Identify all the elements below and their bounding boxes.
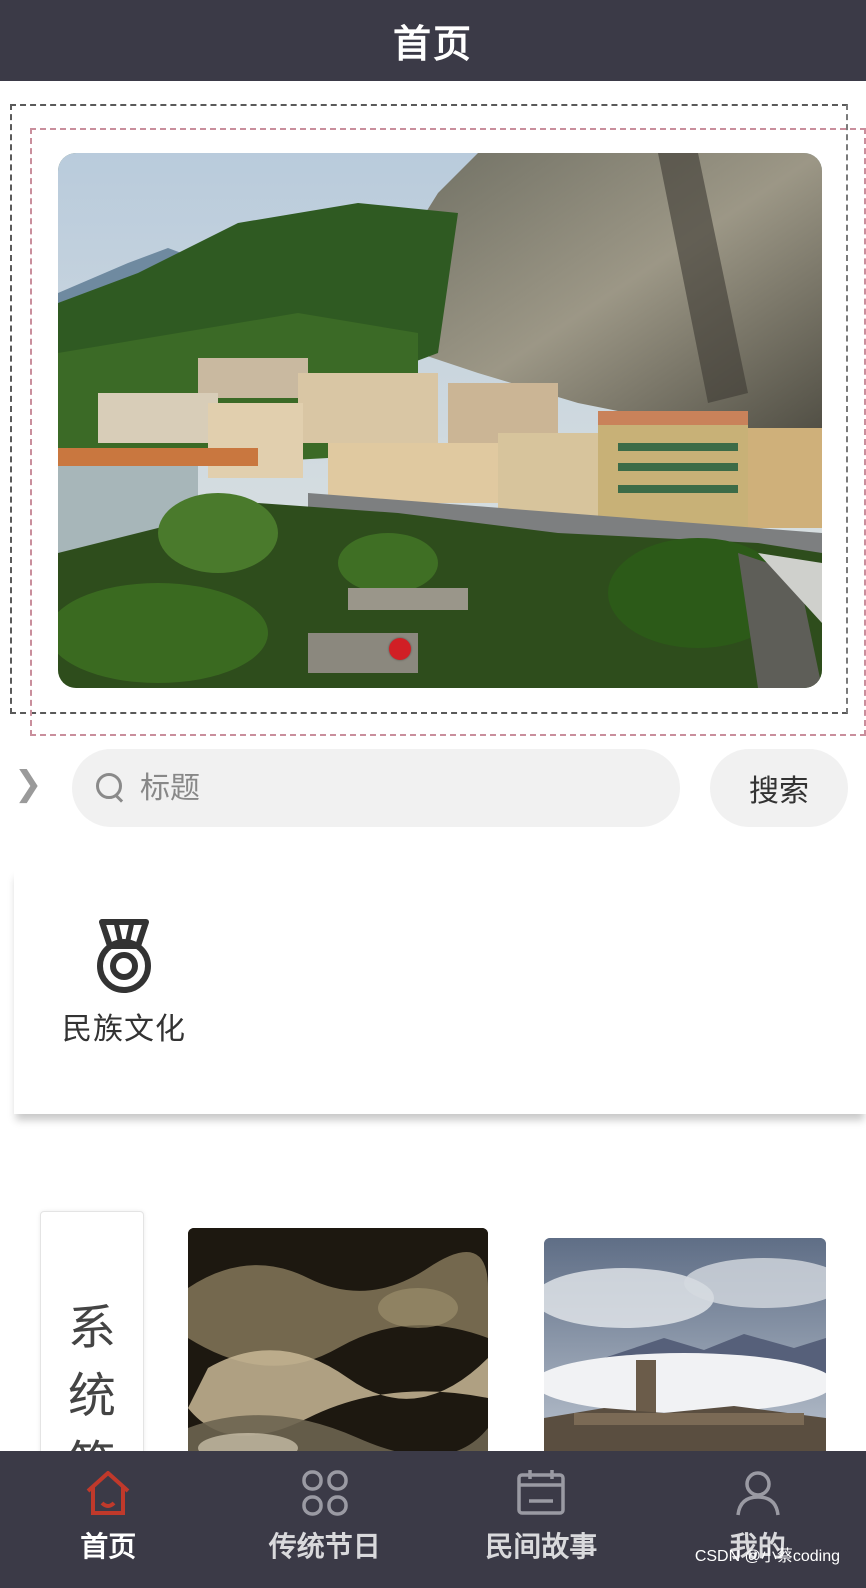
page-header: 首页: [0, 0, 866, 81]
grid-icon: [302, 1470, 348, 1516]
category-item-ethnic-culture[interactable]: 民族文化: [54, 918, 194, 1058]
home-icon: [86, 1471, 130, 1515]
tab-profile[interactable]: 我的: [650, 1451, 866, 1588]
tab-home[interactable]: 首页: [0, 1451, 217, 1588]
page-title: 首页: [392, 22, 473, 66]
banner-image: [58, 153, 822, 688]
watermark: CSDN @小蔡coding: [694, 1548, 840, 1565]
card-thumbnail-1[interactable]: [188, 1228, 488, 1488]
category-label: 民族文化: [62, 1012, 186, 1047]
tab-label: 民间故事: [485, 1530, 598, 1563]
side-tab-system[interactable]: 系统笔: [40, 1211, 144, 1492]
user-icon: [736, 1471, 780, 1516]
chevron-right-icon[interactable]: ❯: [14, 764, 43, 804]
bottom-tab-bar: 首页 传统节日 民间故事 我的: [0, 1451, 866, 1588]
tab-label: 传统节日: [268, 1530, 381, 1563]
tab-festivals[interactable]: 传统节日: [217, 1451, 434, 1588]
banner-carousel[interactable]: [58, 153, 822, 688]
search-button[interactable]: 搜索: [710, 749, 848, 827]
search-input[interactable]: [138, 769, 622, 807]
tab-folk-stories[interactable]: 民间故事: [433, 1451, 650, 1588]
medal-icon: [97, 919, 151, 993]
carousel-indicator-dot[interactable]: [389, 638, 411, 660]
thumbnail-image: [188, 1228, 488, 1488]
calendar-icon: [517, 1470, 565, 1515]
category-card: 民族文化: [14, 868, 866, 1114]
tab-label: 首页: [80, 1530, 137, 1563]
search-bar[interactable]: [72, 749, 680, 827]
search-icon: [96, 773, 126, 803]
